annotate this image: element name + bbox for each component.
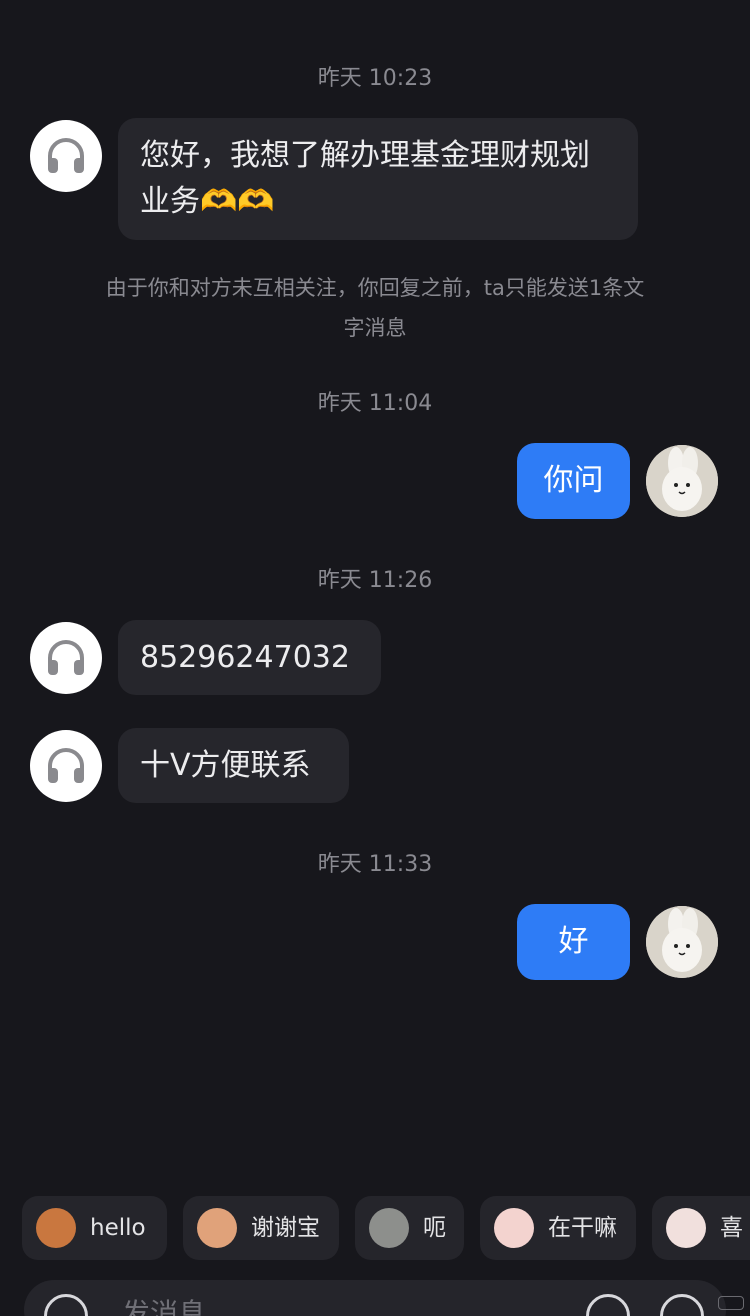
timestamp: 昨天 10:23: [317, 66, 433, 91]
flower-girl-emoji-icon: [197, 1208, 237, 1248]
quick-reply-label: 谢谢宝: [251, 1215, 320, 1241]
chat-screen: 昨天 10:23 您好，我想了解办理基金理财规划 业务🫶🫶 由于你和对方未互相关…: [0, 0, 750, 1316]
outgoing-message[interactable]: 好: [517, 904, 630, 980]
quick-reply-label: 喜: [720, 1215, 743, 1241]
quick-reply-whats-up[interactable]: 在干嘛: [480, 1196, 636, 1260]
quick-reply-thanks[interactable]: 谢谢宝: [183, 1196, 339, 1260]
headphones-icon: [48, 640, 84, 675]
incoming-message[interactable]: 您好，我想了解办理基金理财规划 业务🫶🫶: [118, 118, 638, 240]
incoming-message[interactable]: 85296247032: [118, 620, 381, 695]
quick-reply-hello[interactable]: hello: [22, 1196, 167, 1260]
message-input[interactable]: 发消息: [122, 1292, 206, 1316]
contact-avatar[interactable]: [30, 120, 102, 192]
magnifier-emoji-icon: [494, 1208, 534, 1248]
notice-line: 由于你和对方未互相关注，你回复之前，ta只能发送1条文: [105, 276, 645, 300]
voice-icon[interactable]: [44, 1294, 88, 1316]
message-text: 您好，我想了解办理基金理财规划: [140, 138, 590, 173]
incoming-message[interactable]: 十V方便联系: [118, 728, 349, 803]
watermark-badge: [718, 1296, 744, 1310]
headphones-icon: [48, 138, 84, 173]
system-notice: 由于你和对方未互相关注，你回复之前，ta只能发送1条文 字消息: [60, 268, 690, 348]
bunny-emoji-icon: [666, 1208, 706, 1248]
timestamp: 昨天 11:26: [317, 568, 433, 593]
timestamp: 昨天 11:04: [317, 391, 433, 416]
timestamp: 昨天 11:33: [317, 852, 433, 877]
message-input-bar: 发消息: [24, 1280, 726, 1316]
quick-reply-label: hello: [90, 1215, 146, 1241]
quick-reply-label: 呃: [423, 1215, 446, 1241]
notice-line: 字消息: [343, 316, 407, 340]
contact-avatar[interactable]: [30, 730, 102, 802]
monkey-emoji-icon: [36, 1208, 76, 1248]
bunny-plush-icon: [646, 906, 718, 978]
my-avatar[interactable]: [646, 906, 718, 978]
plus-icon[interactable]: [660, 1294, 704, 1316]
my-avatar[interactable]: [646, 445, 718, 517]
bunny-plush-icon: [646, 445, 718, 517]
cat-emoji-icon: [369, 1208, 409, 1248]
message-text: 业务🫶🫶: [140, 184, 275, 219]
quick-reply-like[interactable]: 喜: [652, 1196, 750, 1260]
quick-reply-label: 在干嘛: [548, 1215, 617, 1241]
emoji-icon[interactable]: [586, 1294, 630, 1316]
headphones-icon: [48, 748, 84, 783]
contact-avatar[interactable]: [30, 622, 102, 694]
outgoing-message[interactable]: 你问: [517, 443, 630, 519]
quick-reply-bar: hello 谢谢宝 呃 在干嘛 喜: [0, 1196, 750, 1262]
quick-reply-uh[interactable]: 呃: [355, 1196, 464, 1260]
